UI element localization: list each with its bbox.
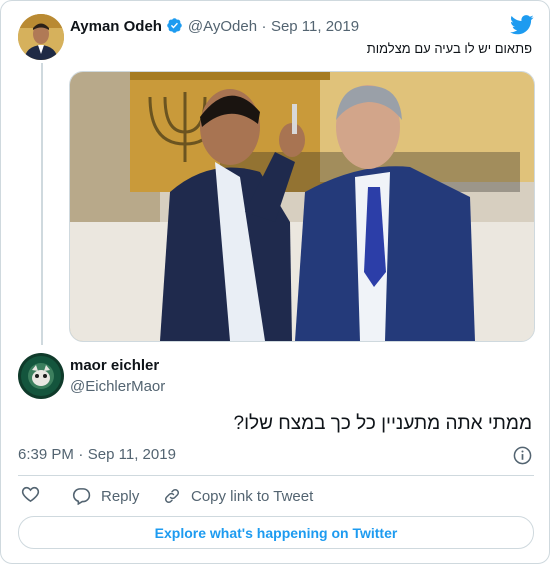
link-icon — [163, 487, 181, 505]
copy-link-button[interactable]: Copy link to Tweet — [163, 486, 313, 506]
reply-author-name[interactable]: maor eichler — [70, 357, 159, 374]
maor-eichler-avatar[interactable] — [18, 353, 64, 399]
thread-connector-line — [41, 63, 43, 345]
copy-link-label: Copy link to Tweet — [191, 487, 314, 505]
reply-timestamp[interactable]: 6:39 PM · Sep 11, 2019 — [18, 446, 176, 464]
info-icon[interactable] — [513, 446, 532, 465]
quoted-handle[interactable]: @AyOdeh — [188, 18, 257, 35]
quoted-tweet-header: Ayman Odeh @AyOdeh · Sep 11, 2019 — [70, 17, 359, 36]
like-button[interactable] — [21, 486, 40, 506]
reply-button[interactable]: Reply — [72, 486, 139, 506]
reply-time: 6:39 PM — [18, 446, 74, 463]
quoted-tweet-text: פתאום יש לו בעיה עם מצלמות — [366, 41, 532, 56]
reply-handle[interactable]: @EichlerMaor — [70, 378, 165, 395]
quoted-date[interactable]: Sep 11, 2019 — [271, 18, 359, 35]
twitter-bird-icon[interactable] — [510, 15, 534, 35]
explore-twitter-button[interactable]: Explore what's happening on Twitter — [18, 516, 534, 549]
separator-dot: · — [261, 18, 267, 35]
separator-dot: · — [78, 446, 84, 463]
reply-date: Sep 11, 2019 — [87, 446, 176, 463]
actions-divider — [18, 475, 534, 476]
reply-label: Reply — [101, 487, 140, 505]
tweet-photo[interactable] — [69, 71, 535, 342]
embedded-tweet-card: Ayman Odeh @AyOdeh · Sep 11, 2019 פתאום … — [0, 0, 550, 564]
quoted-author-name[interactable]: Ayman Odeh — [70, 18, 162, 35]
ayman-odeh-avatar[interactable] — [18, 14, 64, 60]
heart-icon — [21, 485, 40, 507]
reply-bubble-icon — [72, 487, 91, 505]
reply-tweet-text: ממתי אתה מתעניין כל כך במצח שלו? — [233, 413, 533, 434]
verified-badge-icon — [166, 17, 183, 34]
